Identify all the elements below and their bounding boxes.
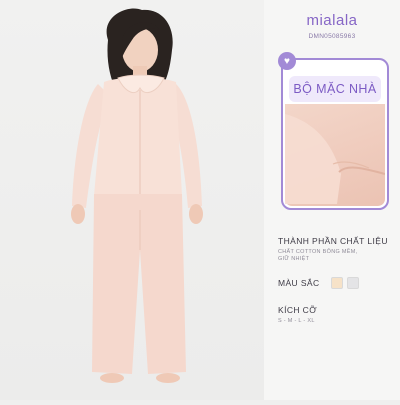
model-illustration [71, 8, 203, 383]
size-title: KÍCH CỠ [278, 305, 317, 315]
size-values: S - M - L - XL [278, 318, 315, 324]
fabric-closeup-image [285, 104, 386, 206]
sleeve-detail-illustration [285, 114, 386, 204]
product-photo [0, 0, 264, 400]
color-swatch-grey[interactable] [347, 277, 359, 289]
color-swatch-cream[interactable] [331, 277, 343, 289]
product-card-title: BỘ MẶC NHÀ [289, 76, 381, 102]
material-line-1: CHẤT COTTON BÔNG MỀM, [278, 249, 358, 255]
material-line-2: GIỮ NHIỆT [278, 256, 310, 262]
material-title: THÀNH PHẦN CHẤT LIỆU [278, 236, 388, 246]
product-card: BỘ MẶC NHÀ [281, 58, 389, 210]
color-title: MÀU SẮC [278, 278, 320, 288]
product-sku: DMN05085963 [308, 33, 356, 40]
brand-logo: mialala [306, 12, 358, 29]
heart-icon: ♥ [278, 52, 296, 70]
